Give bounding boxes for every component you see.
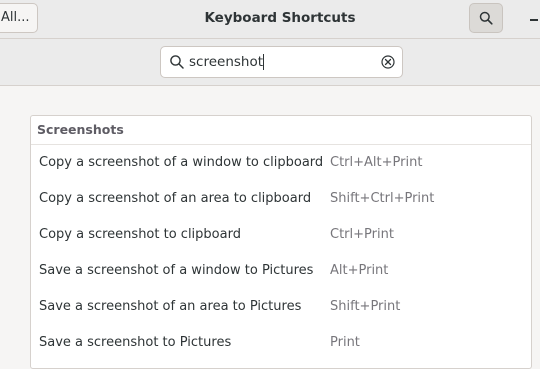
edit-clear-icon[interactable] bbox=[380, 54, 396, 70]
shortcut-row[interactable]: Save a screenshot of an area to Pictures… bbox=[31, 289, 531, 325]
search-toggle-button[interactable] bbox=[469, 3, 503, 33]
search-icon bbox=[479, 11, 493, 25]
shortcut-row[interactable]: Save a screenshot of a window to Picture… bbox=[31, 253, 531, 289]
shortcut-accelerator: Ctrl+Print bbox=[330, 227, 394, 242]
search-input[interactable]: screenshot bbox=[160, 46, 403, 78]
shortcut-accelerator: Alt+Print bbox=[330, 263, 389, 278]
shortcut-row[interactable]: Save a screenshot to Pictures Print bbox=[31, 325, 531, 361]
minimize-icon bbox=[530, 19, 538, 21]
shortcut-name: Save a screenshot of a window to Picture… bbox=[39, 263, 314, 278]
shortcut-row[interactable]: Copy a screenshot to clipboard Ctrl+Prin… bbox=[31, 217, 531, 253]
shortcut-name: Save a screenshot of an area to Pictures bbox=[39, 299, 302, 314]
search-bar: screenshot bbox=[0, 39, 540, 86]
shortcut-name: Copy a screenshot of a window to clipboa… bbox=[39, 155, 324, 170]
minimize-button[interactable] bbox=[524, 2, 540, 34]
search-input-value: screenshot bbox=[189, 54, 264, 70]
window-title: Keyboard Shortcuts bbox=[204, 10, 356, 26]
text-caret bbox=[263, 54, 265, 70]
shortcut-name: Save a screenshot to Pictures bbox=[39, 335, 232, 350]
shortcuts-content: Screenshots Copy a screenshot of a windo… bbox=[0, 86, 540, 369]
shortcut-row[interactable]: Copy a screenshot of a window to clipboa… bbox=[31, 145, 531, 181]
shortcut-accelerator: Print bbox=[330, 335, 360, 350]
section-header-screenshots: Screenshots bbox=[31, 116, 531, 145]
shortcut-name: Copy a screenshot to clipboard bbox=[39, 227, 241, 242]
search-icon bbox=[170, 55, 184, 69]
shortcut-accelerator: Shift+Print bbox=[330, 299, 401, 314]
shortcut-row[interactable]: Copy a screenshot of an area to clipboar… bbox=[31, 181, 531, 217]
shortcuts-list: Screenshots Copy a screenshot of a windo… bbox=[30, 115, 532, 369]
shortcut-accelerator: Ctrl+Alt+Print bbox=[330, 155, 423, 170]
shortcut-accelerator: Shift+Ctrl+Print bbox=[330, 191, 435, 206]
shortcut-name: Copy a screenshot of an area to clipboar… bbox=[39, 191, 312, 206]
keyboard-shortcuts-window: All... Keyboard Shortcuts screenshot Scr… bbox=[0, 0, 540, 369]
header-bar: All... Keyboard Shortcuts bbox=[0, 0, 540, 39]
